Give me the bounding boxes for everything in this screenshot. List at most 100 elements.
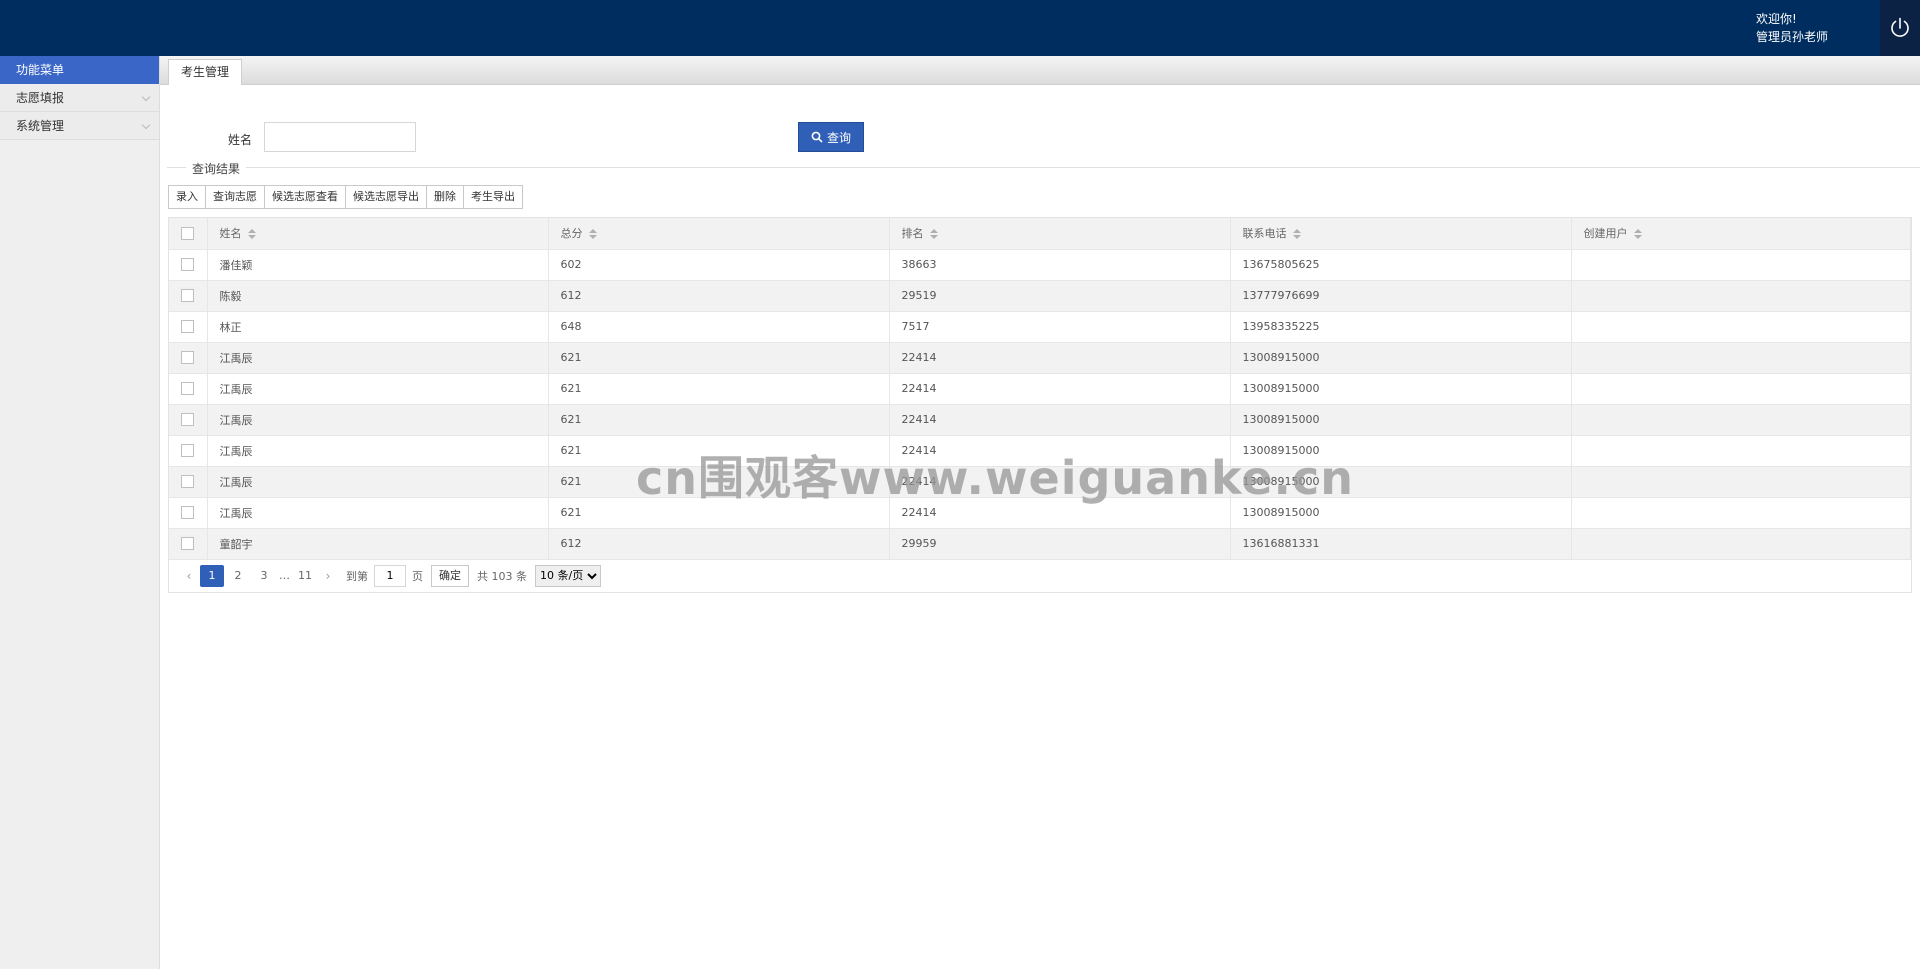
cell-phone: 13675805625: [1230, 249, 1572, 281]
row-checkbox[interactable]: [181, 258, 195, 272]
cell-rank: 29959: [889, 528, 1231, 560]
table-header-row: 姓名 总分 排名 联系电话 创建用户: [169, 218, 1911, 250]
goto-confirm-button[interactable]: 确定: [431, 564, 469, 587]
view-candidate-button[interactable]: 候选志愿查看: [264, 185, 346, 209]
cell-phone: 13008915000: [1230, 435, 1572, 467]
table-row[interactable]: 江禹辰 621 22414 13008915000: [169, 466, 1911, 498]
export-students-button[interactable]: 考生导出: [463, 185, 523, 209]
row-select-cell: [169, 249, 208, 281]
table-row[interactable]: 童韶宇 612 29959 13616881331: [169, 528, 1911, 560]
table-row[interactable]: 林正 648 7517 13958335225: [169, 311, 1911, 343]
enter-button[interactable]: 录入: [168, 185, 206, 209]
select-all-cell: [169, 218, 208, 250]
cell-creator: [1571, 373, 1911, 405]
sort-icon: [1292, 229, 1301, 240]
cell-rank: 22414: [889, 373, 1231, 405]
delete-button[interactable]: 删除: [426, 185, 464, 209]
chevron-down-icon: [141, 92, 151, 102]
page-1[interactable]: 1: [200, 564, 224, 587]
welcome-text: 欢迎你! 管理员孙老师: [1756, 10, 1828, 46]
sort-icon: [588, 229, 597, 240]
table-row[interactable]: 江禹辰 621 22414 13008915000: [169, 373, 1911, 405]
row-checkbox[interactable]: [181, 320, 195, 334]
row-checkbox[interactable]: [181, 289, 195, 303]
goto-page-input[interactable]: [374, 564, 406, 587]
column-header-name[interactable]: 姓名: [207, 218, 549, 250]
tab-strip: 考生管理: [160, 56, 1920, 85]
search-form: 姓名 查询: [160, 122, 1920, 154]
total-count: 共 103 条: [477, 569, 527, 583]
cell-name: 江禹辰: [207, 466, 549, 498]
page-last[interactable]: 11: [293, 565, 317, 587]
row-checkbox[interactable]: [181, 413, 195, 427]
sidebar-item-label: 系统管理: [16, 119, 65, 133]
cell-creator: [1571, 466, 1911, 498]
cell-score: 621: [548, 342, 890, 374]
cell-rank: 22414: [889, 435, 1231, 467]
cell-rank: 38663: [889, 249, 1231, 281]
cell-creator: [1571, 497, 1911, 529]
search-button[interactable]: 查询: [798, 122, 864, 152]
cell-name: 林正: [207, 311, 549, 343]
sort-icon: [247, 229, 256, 240]
column-header-score[interactable]: 总分: [548, 218, 890, 250]
row-checkbox[interactable]: [181, 351, 195, 365]
row-select-cell: [169, 311, 208, 343]
row-checkbox[interactable]: [181, 444, 195, 458]
column-header-creator[interactable]: 创建用户: [1571, 218, 1911, 250]
row-select-cell: [169, 342, 208, 374]
row-checkbox[interactable]: [181, 475, 195, 489]
pagination: ‹ 1 2 3 … 11 › 到第 页 确定 共 103 条 10 条/页: [169, 560, 1911, 592]
row-select-cell: [169, 528, 208, 560]
row-checkbox[interactable]: [181, 506, 195, 520]
select-all-checkbox[interactable]: [181, 227, 195, 240]
name-search-input[interactable]: [264, 122, 416, 152]
page-3[interactable]: 3: [252, 565, 276, 587]
logout-button[interactable]: [1880, 0, 1920, 56]
row-checkbox[interactable]: [181, 382, 195, 396]
table-row[interactable]: 江禹辰 621 22414 13008915000: [169, 342, 1911, 374]
tab-student-management[interactable]: 考生管理: [168, 59, 243, 85]
top-header-bar: 欢迎你! 管理员孙老师: [0, 0, 1920, 56]
table-row[interactable]: 江禹辰 621 22414 13008915000: [169, 404, 1911, 436]
cell-score: 648: [548, 311, 890, 343]
column-header-phone[interactable]: 联系电话: [1230, 218, 1572, 250]
cell-score: 621: [548, 435, 890, 467]
sidebar-item-label: 志愿填报: [16, 91, 65, 105]
welcome-greeting: 欢迎你!: [1755, 12, 1797, 26]
cell-rank: 22414: [889, 342, 1231, 374]
power-icon: [1891, 17, 1909, 37]
sidebar-item-system[interactable]: 系统管理: [0, 112, 159, 140]
table-row[interactable]: 潘佳颖 602 38663 13675805625: [169, 249, 1911, 281]
cell-rank: 22414: [889, 404, 1231, 436]
row-select-cell: [169, 497, 208, 529]
cell-phone: 13008915000: [1230, 342, 1572, 374]
cell-creator: [1571, 311, 1911, 343]
cell-rank: 22414: [889, 497, 1231, 529]
cell-phone: 13616881331: [1230, 528, 1572, 560]
results-divider: [167, 167, 1920, 168]
column-header-rank[interactable]: 排名: [889, 218, 1231, 250]
cell-score: 621: [548, 373, 890, 405]
cell-score: 602: [548, 249, 890, 281]
cell-name: 江禹辰: [207, 435, 549, 467]
table-row[interactable]: 陈毅 612 29519 13777976699: [169, 280, 1911, 312]
cell-phone: 13958335225: [1230, 311, 1572, 343]
row-checkbox[interactable]: [181, 537, 195, 551]
cell-name: 潘佳颖: [207, 249, 549, 281]
cell-phone: 13008915000: [1230, 497, 1572, 529]
row-select-cell: [169, 373, 208, 405]
sidebar: 功能菜单 志愿填报 系统管理: [0, 56, 160, 969]
cell-rank: 22414: [889, 466, 1231, 498]
next-page-icon[interactable]: ›: [318, 569, 338, 583]
page-2[interactable]: 2: [226, 565, 250, 587]
query-volunteer-button[interactable]: 查询志愿: [205, 185, 265, 209]
prev-page-icon[interactable]: ‹: [179, 569, 199, 583]
table-row[interactable]: 江禹辰 621 22414 13008915000: [169, 435, 1911, 467]
sidebar-item-volunteer[interactable]: 志愿填报: [0, 84, 159, 112]
table-row[interactable]: 江禹辰 621 22414 13008915000: [169, 497, 1911, 529]
export-candidate-button[interactable]: 候选志愿导出: [345, 185, 427, 209]
page-size-select[interactable]: 10 条/页: [535, 564, 601, 587]
cell-creator: [1571, 280, 1911, 312]
cell-creator: [1571, 404, 1911, 436]
